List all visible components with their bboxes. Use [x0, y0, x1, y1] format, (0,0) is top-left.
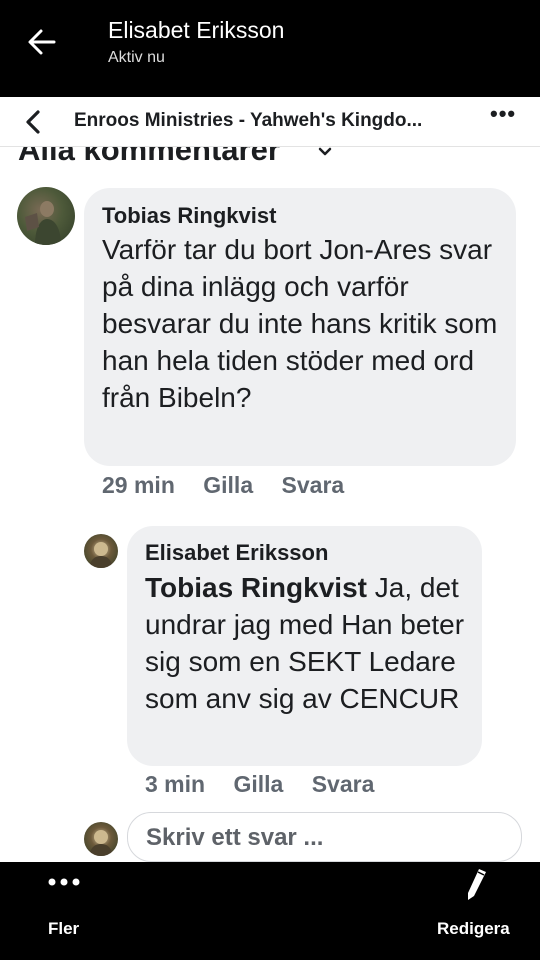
comment-actions: 3 min Gilla Svara — [145, 771, 396, 798]
chevron-down-icon[interactable] — [318, 147, 332, 157]
profile-photo-icon — [89, 830, 113, 856]
comments-filter-clip: Alla kommentarer — [0, 147, 540, 169]
comment-bubble: Elisabet Eriksson Tobias Ringkvist Ja, d… — [127, 526, 482, 766]
comment-text: Varför tar du bort Jon-Ares svar på dina… — [102, 234, 498, 413]
arrow-left-icon[interactable] — [26, 26, 58, 58]
like-button[interactable]: Gilla — [233, 771, 283, 797]
comment-author[interactable]: Elisabet Eriksson — [145, 540, 328, 566]
chevron-left-icon[interactable] — [22, 109, 44, 135]
top-bar — [0, 0, 540, 97]
chat-contact-name: Elisabet Eriksson — [108, 17, 285, 43]
profile-photo-icon — [25, 201, 61, 245]
comment-bubble: Tobias Ringkvist Varför tar du bort Jon-… — [84, 188, 516, 466]
avatar-current-user — [84, 822, 118, 856]
edit-button[interactable]: Redigera — [437, 919, 510, 939]
pencil-icon[interactable] — [460, 866, 490, 902]
like-button[interactable]: Gilla — [203, 472, 253, 498]
avatar-tobias[interactable] — [17, 187, 75, 245]
comment-actions: 29 min Gilla Svara — [102, 472, 366, 499]
comment-time: 29 min — [102, 472, 175, 498]
profile-photo-icon — [89, 542, 113, 568]
comment-time: 3 min — [145, 771, 206, 797]
more-dots-icon[interactable] — [46, 877, 82, 887]
reply-button[interactable]: Svara — [312, 771, 375, 797]
more-button[interactable]: Fler — [48, 919, 79, 939]
post-page-title[interactable]: Enroos Ministries - Yahweh's Kingdo... — [74, 110, 474, 132]
mention-link[interactable]: Tobias Ringkvist — [145, 572, 367, 603]
reply-input[interactable] — [144, 822, 508, 854]
reply-box[interactable] — [127, 812, 522, 862]
comment-author[interactable]: Tobias Ringkvist — [102, 203, 276, 229]
reply-button[interactable]: Svara — [282, 472, 345, 498]
more-options-icon[interactable]: ••• — [490, 101, 516, 127]
avatar-elisabet[interactable] — [84, 534, 118, 568]
active-status: Aktiv nu — [108, 49, 165, 66]
comment-text: Tobias Ringkvist Ja, det undrar jag med … — [145, 569, 480, 717]
comments-filter-label[interactable]: Alla kommentarer — [18, 147, 280, 166]
